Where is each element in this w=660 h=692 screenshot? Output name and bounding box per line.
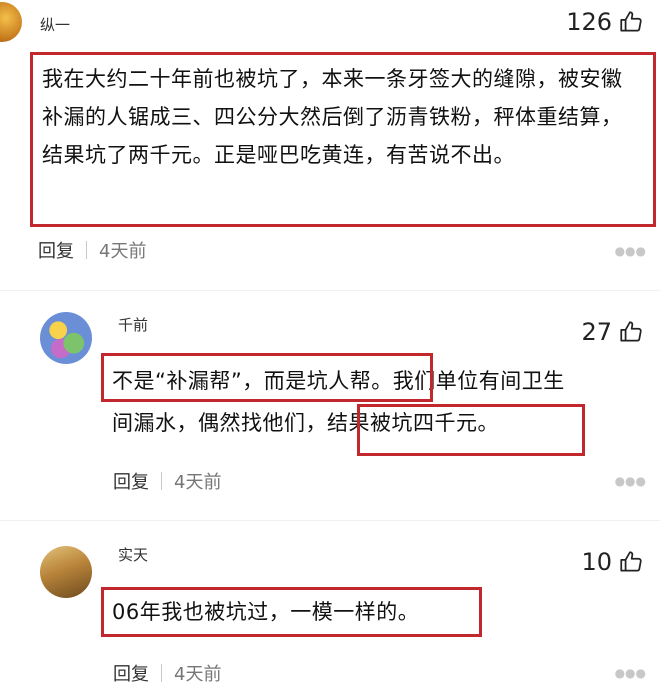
comment-time: 4天前 xyxy=(174,472,222,493)
more-dots-icon[interactable]: ●●● xyxy=(615,474,646,488)
avatar[interactable] xyxy=(40,312,92,364)
comment-time: 4天前 xyxy=(99,241,147,262)
meta-separator xyxy=(161,472,162,490)
avatar[interactable] xyxy=(0,2,22,42)
thumbs-up-icon xyxy=(620,321,642,342)
comment-meta: 回复 4天前 xyxy=(113,468,221,494)
highlight-box xyxy=(101,587,482,637)
like-count: 27 xyxy=(581,318,612,346)
like-count: 10 xyxy=(581,548,612,576)
reply-button[interactable]: 回复 xyxy=(113,660,149,686)
comment-username[interactable]: 千前 xyxy=(118,314,148,335)
comment-meta: 回复 4天前 xyxy=(113,660,221,686)
comment-time: 4天前 xyxy=(174,664,222,685)
like-button[interactable]: 126 xyxy=(566,8,644,36)
more-dots-icon[interactable]: ●●● xyxy=(615,244,646,258)
comment-username[interactable]: 实天 xyxy=(118,544,148,565)
avatar[interactable] xyxy=(40,546,92,598)
more-dots-icon[interactable]: ●●● xyxy=(615,666,646,680)
comment-divider xyxy=(0,290,660,291)
like-button[interactable]: 10 xyxy=(581,548,644,576)
reply-button[interactable]: 回复 xyxy=(38,237,74,263)
meta-separator xyxy=(161,664,162,682)
highlight-box xyxy=(357,404,585,456)
highlight-box xyxy=(101,353,433,402)
meta-separator xyxy=(86,241,87,259)
reply-button[interactable]: 回复 xyxy=(113,468,149,494)
like-button[interactable]: 27 xyxy=(581,318,644,346)
like-count: 126 xyxy=(566,8,612,36)
comment-meta: 回复 4天前 xyxy=(38,237,146,263)
thumbs-up-icon xyxy=(620,11,642,32)
comment-divider xyxy=(0,520,660,521)
thumbs-up-icon xyxy=(620,551,642,572)
highlight-box xyxy=(30,52,656,227)
comment-username[interactable]: 纵一 xyxy=(40,14,70,35)
